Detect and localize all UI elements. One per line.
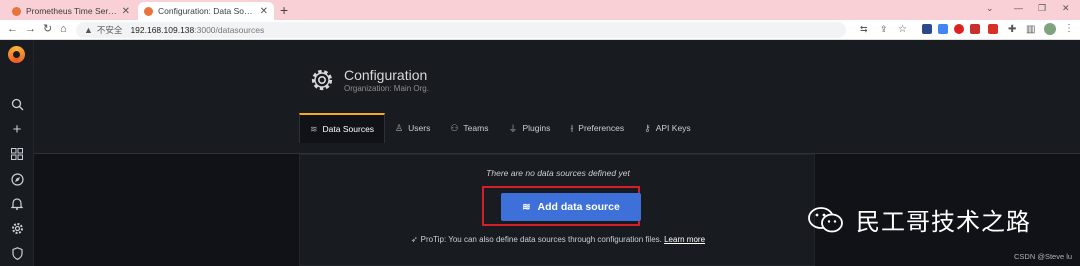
translate-icon[interactable]: ⇆ bbox=[860, 23, 868, 36]
new-tab-button[interactable]: + bbox=[280, 2, 288, 18]
profile-avatar[interactable] bbox=[1044, 23, 1056, 35]
tab-label: Plugins bbox=[522, 123, 551, 133]
browser-tabbar: Prometheus Time Series Colle ✕ Configura… bbox=[0, 0, 1080, 20]
database-icon: ≋ bbox=[522, 201, 531, 213]
plug-icon: ⏚ bbox=[508, 123, 518, 134]
csdn-credit: CSDN @Steve lu bbox=[1014, 252, 1073, 261]
configuration-gear-icon[interactable] bbox=[10, 222, 24, 236]
grafana-favicon-icon bbox=[144, 6, 153, 16]
puzzle-icon[interactable]: ✚ bbox=[1008, 23, 1016, 36]
restore-icon[interactable]: ❐ bbox=[1038, 3, 1046, 14]
tab-label: Data Sources bbox=[322, 124, 375, 134]
tab-label: API Keys bbox=[655, 123, 691, 133]
tab-plugins[interactable]: ⏚ Plugins bbox=[498, 113, 560, 143]
tab-api-keys[interactable]: ⚷ API Keys bbox=[634, 113, 701, 143]
shield-icon[interactable] bbox=[10, 247, 24, 261]
grafana-logo-icon[interactable] bbox=[8, 46, 25, 63]
more-menu-icon[interactable]: ⋮ bbox=[1064, 23, 1074, 35]
share-icon[interactable]: ⇪ bbox=[880, 23, 888, 36]
wechat-logo-icon bbox=[808, 206, 843, 232]
empty-list-panel: There are no data sources defined yet ≋ … bbox=[299, 154, 815, 266]
opera-extension-icon[interactable] bbox=[954, 24, 964, 34]
learn-more-link[interactable]: Learn more bbox=[664, 235, 705, 244]
tab-preferences[interactable]: ⫲ Preferences bbox=[560, 113, 634, 143]
browser-toolbar: ← → ↻ ⌂ ▲ 不安全 192.168.109.138:3000/datas… bbox=[0, 20, 1080, 40]
tab-data-sources[interactable]: ≋ Data Sources bbox=[299, 113, 386, 143]
watermark-text: 民工哥技术之路 bbox=[856, 208, 1031, 236]
sidebar-toggle-icon[interactable]: ▥ bbox=[1026, 23, 1035, 36]
protip: ➶ ProTip: You can also define data source… bbox=[300, 235, 816, 244]
close-tab-icon[interactable]: ✕ bbox=[122, 6, 130, 17]
alerting-bell-icon[interactable] bbox=[10, 197, 24, 211]
browser-tab-prometheus[interactable]: Prometheus Time Series Colle ✕ bbox=[6, 2, 136, 20]
extension-icon[interactable] bbox=[970, 24, 980, 34]
extension-icon[interactable] bbox=[922, 24, 932, 34]
empty-state-message: There are no data sources defined yet bbox=[486, 168, 630, 178]
protip-text: ProTip: You can also define data sources… bbox=[420, 235, 662, 244]
plus-icon[interactable]: + bbox=[10, 122, 24, 137]
security-label[interactable]: 不安全 bbox=[97, 24, 123, 36]
key-icon: ⚷ bbox=[644, 122, 651, 133]
tab-label: Preferences bbox=[578, 123, 625, 133]
url-path: :3000/datasources bbox=[194, 25, 265, 35]
warning-icon[interactable]: ▲ bbox=[84, 25, 93, 35]
rocket-icon: ➶ bbox=[410, 235, 418, 244]
tab-teams[interactable]: ⚇ Teams bbox=[440, 113, 498, 143]
grafana-app: + Configuration Organization: Main Org. … bbox=[0, 40, 1080, 266]
bookmark-star-icon[interactable]: ☆ bbox=[898, 23, 907, 36]
users-icon: ⚇ bbox=[450, 122, 459, 133]
address-bar[interactable]: ▲ 不安全 192.168.109.138:3000/datasources bbox=[76, 22, 846, 38]
page-subtitle: Organization: Main Org. bbox=[344, 84, 429, 93]
tab-label: Users bbox=[408, 123, 431, 133]
user-icon: ♙ bbox=[395, 122, 404, 133]
extension-icon[interactable] bbox=[938, 24, 948, 34]
watermark: 民工哥技术之路 bbox=[808, 202, 1031, 237]
browser-tab-configuration[interactable]: Configuration: Data Sources - ✕ bbox=[138, 2, 274, 20]
tab-label: Teams bbox=[463, 123, 489, 133]
add-data-source-button[interactable]: ≋ Add data source bbox=[501, 193, 641, 221]
add-data-source-label: Add data source bbox=[537, 201, 620, 213]
grafana-favicon-icon bbox=[12, 6, 21, 16]
url-host: 192.168.109.138 bbox=[130, 25, 195, 35]
tab-users[interactable]: ♙ Users bbox=[385, 113, 440, 143]
dashboards-icon[interactable] bbox=[10, 148, 24, 162]
forward-icon[interactable]: → bbox=[25, 23, 36, 36]
pdf-extension-icon[interactable] bbox=[988, 24, 998, 34]
chevron-down-icon[interactable]: ⌄ bbox=[986, 3, 994, 14]
page-header: Configuration Organization: Main Org. ≋ … bbox=[34, 40, 1080, 154]
close-window-icon[interactable]: ✕ bbox=[1062, 3, 1070, 14]
page-title: Configuration bbox=[344, 67, 428, 83]
browser-tab-title: Configuration: Data Sources - bbox=[158, 6, 256, 16]
database-icon: ≋ bbox=[310, 123, 318, 134]
home-icon[interactable]: ⌂ bbox=[60, 23, 67, 36]
sliders-icon: ⫲ bbox=[570, 122, 574, 133]
browser-tab-title: Prometheus Time Series Colle bbox=[26, 6, 118, 16]
back-icon[interactable]: ← bbox=[7, 23, 18, 36]
explore-compass-icon[interactable] bbox=[10, 173, 24, 187]
side-menu: + bbox=[0, 40, 34, 266]
configuration-gear-icon bbox=[311, 69, 333, 91]
search-icon[interactable] bbox=[10, 98, 24, 112]
reload-icon[interactable]: ↻ bbox=[43, 23, 52, 36]
url-text: 192.168.109.138:3000/datasources bbox=[130, 25, 264, 35]
page-tabs: ≋ Data Sources ♙ Users ⚇ Teams ⏚ Plugins… bbox=[299, 113, 701, 143]
minimize-icon[interactable]: — bbox=[1014, 3, 1023, 13]
close-tab-icon[interactable]: ✕ bbox=[260, 6, 268, 17]
